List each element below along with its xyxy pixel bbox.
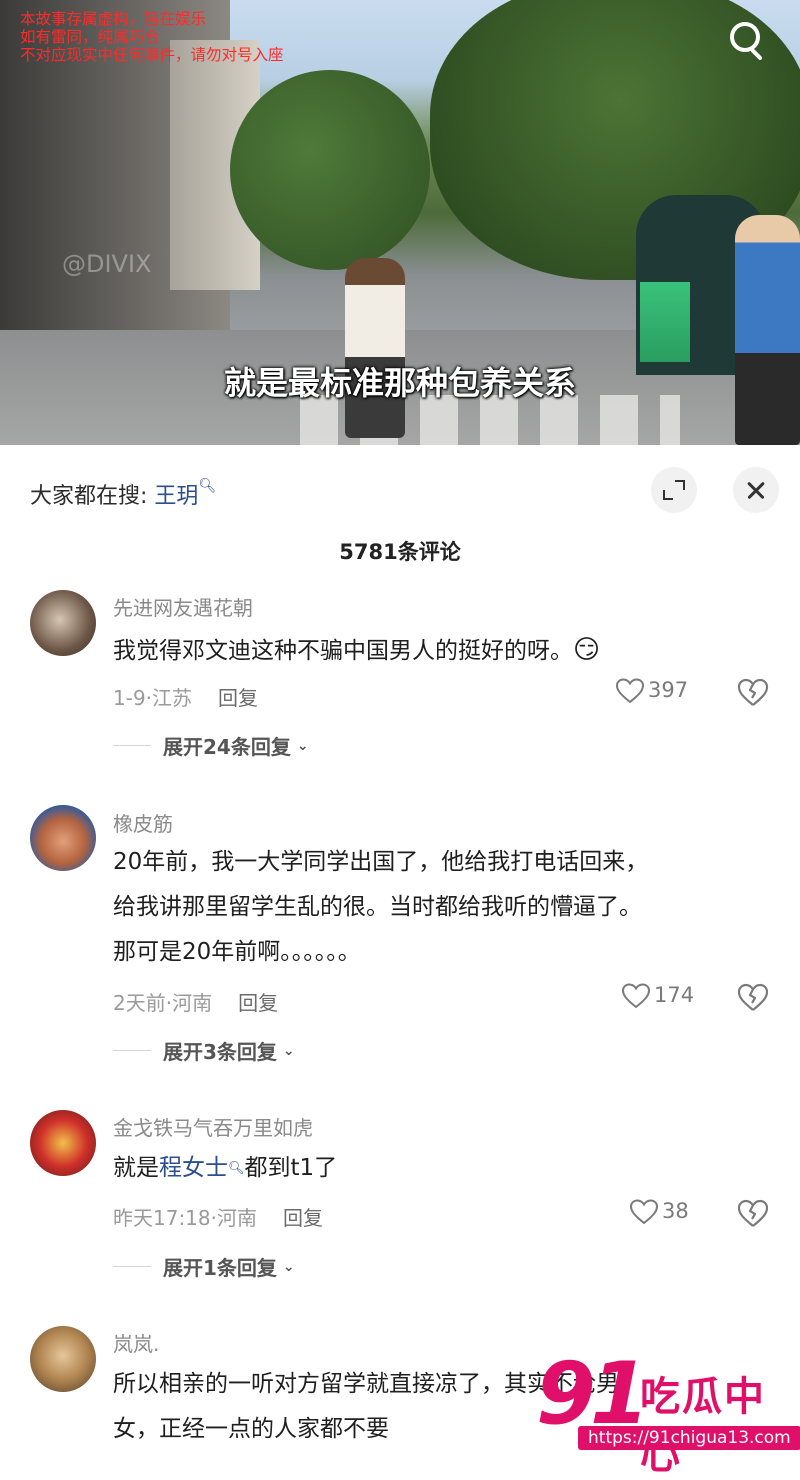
hot-search-keyword[interactable]: 王玥 [154, 484, 198, 509]
divider [113, 744, 151, 747]
expand-replies-label: 展开1条回复 [163, 1256, 277, 1280]
like-button[interactable]: 38 [630, 1199, 689, 1225]
disclaimer-text: 本故事存属虚构，旨在娱乐 如有雷同，纯属巧合 不对应现实中任何事件，请勿对号入座 [20, 10, 284, 64]
comment-text-line: 20年前，我一大学同学出国了，他给我打电话回来， [113, 849, 649, 875]
comment-text: 就是程女士🔍︎都到t1了 [113, 1146, 773, 1191]
comment-meta: 昨天17:18·河南 回复 [113, 1202, 323, 1231]
search-icon: 🔍︎ [198, 478, 217, 494]
comment-text-body: 都到t1了 [244, 1155, 338, 1181]
comment-text-body: 就是 [113, 1155, 159, 1181]
reply-button[interactable]: 回复 [218, 686, 258, 710]
hot-search-bar[interactable]: 大家都在搜: 王玥🔍︎ [30, 478, 216, 510]
expand-replies-label: 展开24条回复 [163, 735, 291, 759]
expand-replies[interactable]: 展开3条回复 ⌄ [113, 1036, 295, 1065]
video-scene-man [735, 215, 800, 445]
comment-text-body: 我觉得邓文迪这种不骗中国男人的挺好的呀。 [113, 638, 573, 664]
heart-icon [622, 983, 650, 1009]
comment-text: 20年前，我一大学同学出国了，他给我打电话回来， 给我讲那里留学生乱的很。当时都… [113, 840, 773, 975]
comment-text-line: 那可是20年前啊。。。。。。 [113, 939, 361, 965]
comment-count: 5781条评论 [339, 540, 461, 564]
avatar[interactable] [30, 805, 96, 871]
disclaimer-line: 本故事存属虚构，旨在娱乐 [20, 10, 207, 28]
comment-date-location: 2天前·河南 [113, 991, 213, 1015]
smirk-emoji-icon: 😏 [573, 635, 601, 665]
comment-date-location: 1-9·江苏 [113, 686, 193, 710]
dislike-icon[interactable] [737, 983, 769, 1013]
comment-meta: 1-9·江苏 回复 [113, 682, 258, 711]
comment-username[interactable]: 橡皮筋 [113, 808, 173, 837]
logo-url: https://91chigua13.com [578, 1426, 800, 1450]
comment-username[interactable]: 金戈铁马气吞万里如虎 [113, 1112, 313, 1141]
like-count: 397 [648, 678, 689, 702]
avatar[interactable] [30, 1110, 96, 1176]
dislike-icon[interactable] [737, 678, 769, 708]
chevron-down-icon: ⌄ [296, 737, 309, 754]
disclaimer-line: 不对应现实中任何事件，请勿对号入座 [20, 46, 284, 64]
expand-replies[interactable]: 展开1条回复 ⌄ [113, 1252, 295, 1281]
search-icon[interactable] [726, 18, 770, 62]
like-button[interactable]: 397 [616, 678, 689, 704]
video-scene-kiosk-ad [640, 282, 690, 362]
comment-meta: 2天前·河南 回复 [113, 987, 278, 1016]
comment-date-location: 昨天17:18·河南 [113, 1206, 257, 1230]
divider [113, 1265, 151, 1268]
comment-text-line: 给我讲那里留学生乱的很。当时都给我听的懵逼了。 [113, 894, 642, 920]
site-watermark-logo: 91 吃瓜中心 https://91chigua13.com [536, 1344, 800, 1478]
keyword-link-label: 程女士 [159, 1155, 228, 1181]
avatar[interactable] [30, 1326, 96, 1392]
search-icon: 🔍︎ [228, 1161, 245, 1176]
divider [113, 1049, 151, 1052]
expand-replies[interactable]: 展开24条回复 ⌄ [113, 731, 309, 760]
chevron-down-icon: ⌄ [282, 1042, 295, 1059]
expand-icon [663, 490, 673, 500]
video-subtitle: 就是最标准那种包养关系 [223, 364, 576, 402]
avatar[interactable] [30, 590, 96, 656]
reply-button[interactable]: 回复 [238, 991, 278, 1015]
expand-replies-label: 展开3条回复 [163, 1040, 277, 1064]
dislike-icon[interactable] [737, 1199, 769, 1229]
comment-text: 我觉得邓文迪这种不骗中国男人的挺好的呀。😏 [113, 628, 773, 674]
chevron-down-icon: ⌄ [282, 1258, 295, 1275]
logo-name: 吃瓜中心 [640, 1374, 766, 1478]
reply-button[interactable]: 回复 [283, 1206, 323, 1230]
like-count: 38 [662, 1199, 689, 1223]
comment-username[interactable]: 岚岚. [113, 1328, 159, 1357]
comment-username[interactable]: 先进网友遇花朝 [113, 592, 253, 621]
expand-button[interactable] [651, 467, 697, 513]
video-scene-tree [230, 70, 430, 270]
video-player[interactable]: 本故事存属虚构，旨在娱乐 如有雷同，纯属巧合 不对应现实中任何事件，请勿对号入座… [0, 0, 800, 445]
heart-icon [630, 1199, 658, 1225]
hot-search-prefix: 大家都在搜: [30, 484, 148, 509]
heart-icon [616, 678, 644, 704]
disclaimer-line: 如有雷同，纯属巧合 [20, 28, 160, 46]
video-scene-woman [345, 258, 405, 438]
video-watermark: @DIVIX [62, 250, 152, 278]
like-count: 174 [654, 983, 695, 1007]
like-button[interactable]: 174 [622, 983, 695, 1009]
close-button[interactable] [733, 467, 779, 513]
keyword-link[interactable]: 程女士🔍︎ [159, 1155, 245, 1181]
